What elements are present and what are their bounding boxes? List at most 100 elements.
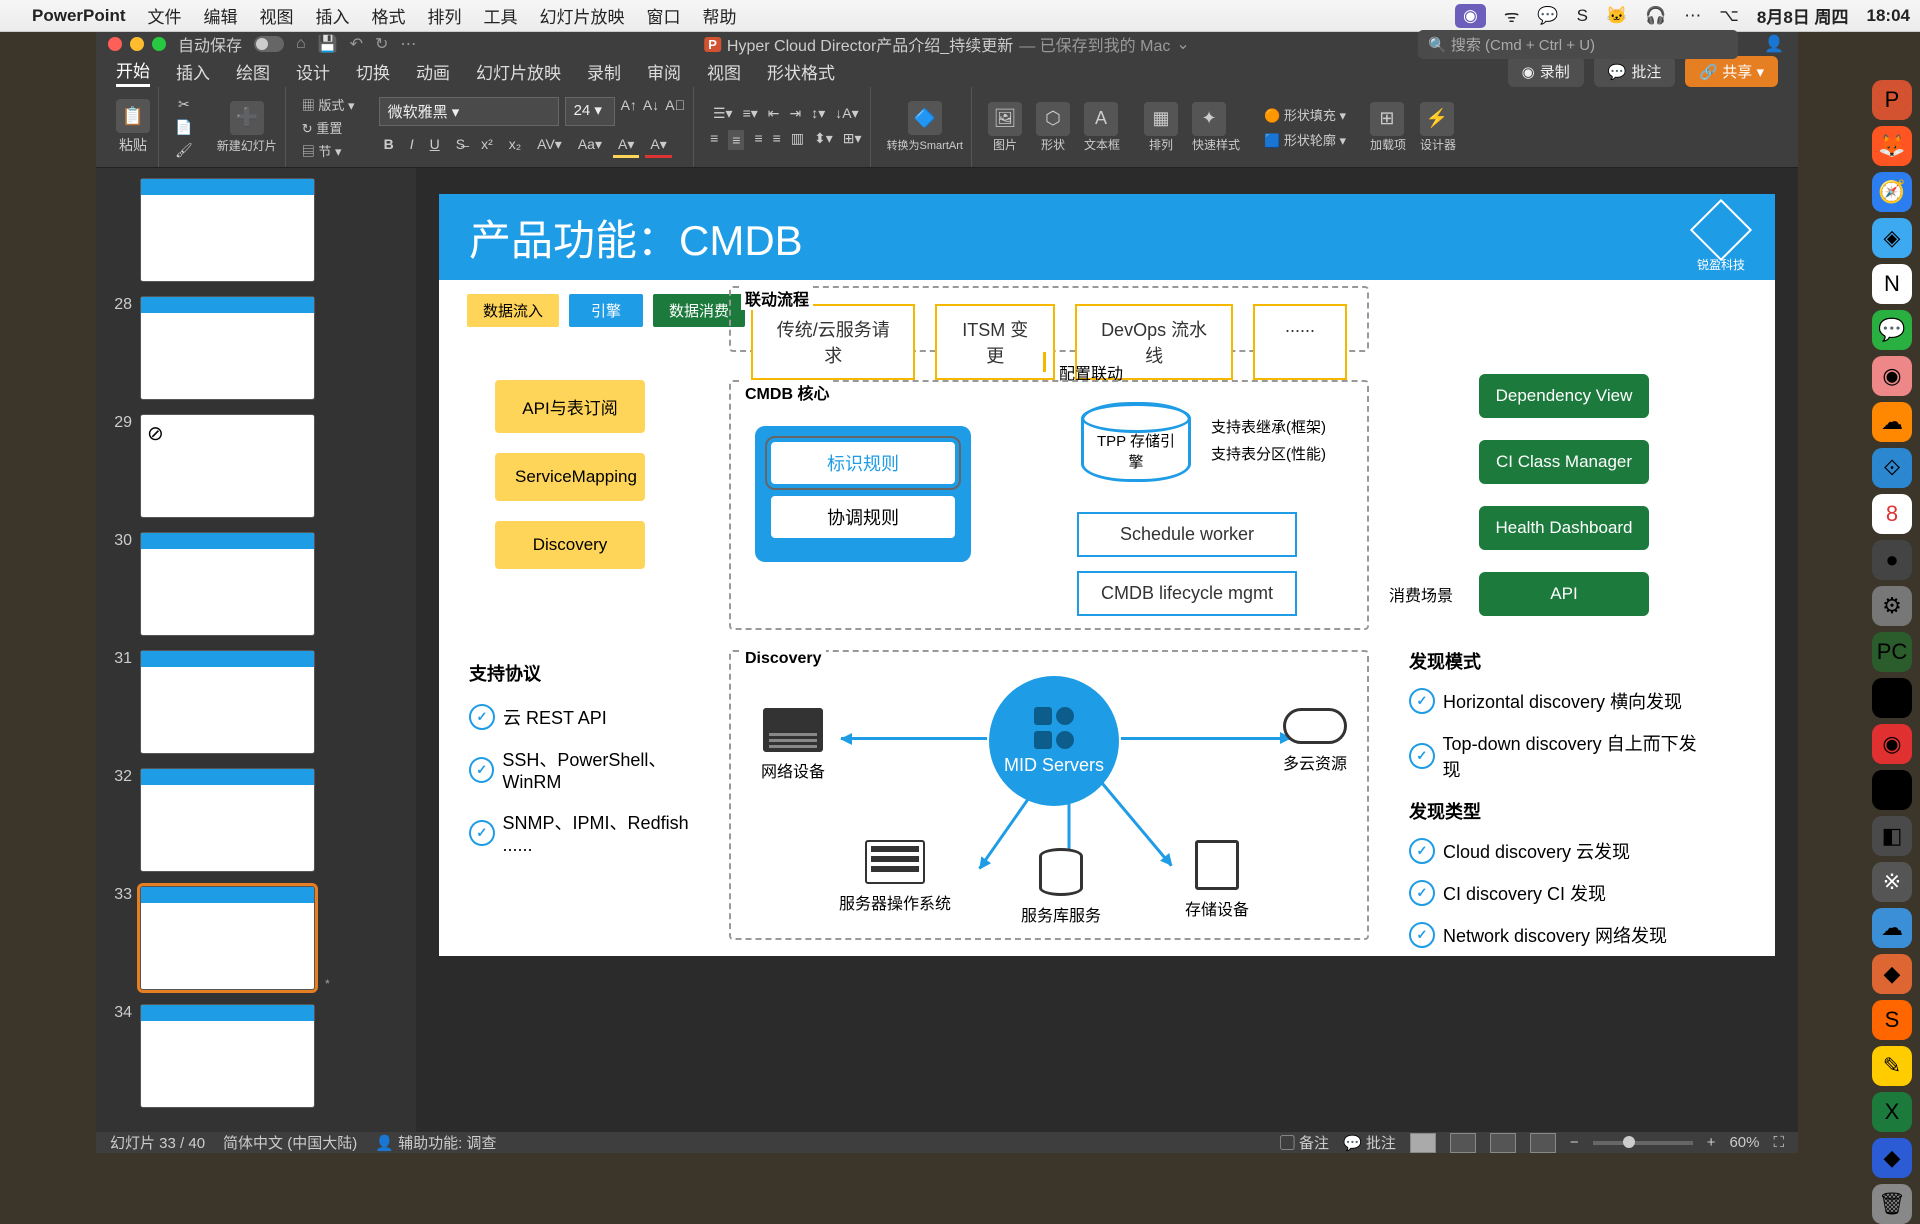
font-size-select[interactable]: 24 ▾ xyxy=(565,97,615,126)
paste-icon[interactable]: 📋 xyxy=(116,99,150,133)
comments-toggle[interactable]: 💬 批注 xyxy=(1343,1132,1396,1153)
numbering-icon[interactable]: ≡▾ xyxy=(743,105,758,122)
formatpainter-icon[interactable]: 🖌 xyxy=(175,142,193,159)
textbox-icon[interactable]: A xyxy=(1084,102,1118,136)
home-icon[interactable]: ⌂ xyxy=(296,35,306,53)
align-center-icon[interactable]: ≡ xyxy=(728,130,744,150)
close-icon[interactable] xyxy=(108,37,122,51)
redo-icon[interactable]: ↻ xyxy=(375,34,388,54)
notes-toggle[interactable]: ▢ 备注 xyxy=(1280,1132,1329,1153)
comment-button[interactable]: 💬 批注 xyxy=(1594,56,1676,87)
highlight-btn[interactable]: A▾ xyxy=(613,134,639,158)
changecase-btn[interactable]: Aa▾ xyxy=(573,134,607,158)
tab-animation[interactable]: 动画 xyxy=(416,59,450,84)
tab-draw[interactable]: 绘图 xyxy=(236,59,270,84)
dock-app-icon[interactable]: ◆ xyxy=(1872,1138,1912,1178)
dock-app-icon[interactable]: ◆ xyxy=(1872,954,1912,994)
arrange-icon[interactable]: ▦ xyxy=(1144,102,1178,136)
spacing-btn[interactable]: AV▾ xyxy=(532,134,567,158)
linkage-item[interactable]: ITSM 变更 xyxy=(935,304,1055,380)
slideshow-view-icon[interactable] xyxy=(1530,1133,1556,1153)
superscript-btn[interactable]: x² xyxy=(476,134,498,158)
menubar-time[interactable]: 18:04 xyxy=(1867,6,1910,26)
menu-format[interactable]: 格式 xyxy=(372,3,406,28)
smartart-icon[interactable]: 🔷 xyxy=(908,101,942,135)
valign-icon[interactable]: ⬍▾ xyxy=(814,130,833,150)
picture-icon[interactable]: 🖼 xyxy=(988,102,1022,136)
layout-btn[interactable]: ▦ 版式 ▾ xyxy=(302,95,355,114)
strike-btn[interactable]: S̶ xyxy=(451,134,470,158)
dock-app-icon[interactable]: ◉ xyxy=(1872,724,1912,764)
reading-view-icon[interactable] xyxy=(1490,1133,1516,1153)
designer-icon[interactable]: ⚡ xyxy=(1420,102,1454,136)
menu-slideshow[interactable]: 幻灯片放映 xyxy=(540,3,625,28)
dock-notion-icon[interactable]: N xyxy=(1872,264,1912,304)
menu-edit[interactable]: 编辑 xyxy=(204,3,238,28)
menu-arrange[interactable]: 排列 xyxy=(428,3,462,28)
overflow-icon[interactable]: ⊞▾ xyxy=(843,130,862,150)
shape-icon[interactable]: ⬡ xyxy=(1036,102,1070,136)
zoom-out-icon[interactable]: − xyxy=(1570,1134,1579,1151)
autosave-toggle[interactable] xyxy=(254,36,284,52)
chevron-down-icon[interactable]: ⌄ xyxy=(1176,34,1189,54)
dock-app-icon[interactable]: ◉ xyxy=(1872,356,1912,396)
thumbnail-33[interactable]: 33⋆ xyxy=(104,886,408,990)
schedule-btn[interactable]: Schedule worker xyxy=(1077,512,1297,557)
font-family-select[interactable]: 微软雅黑 ▾ xyxy=(379,97,559,126)
lifecycle-btn[interactable]: CMDB lifecycle mgmt xyxy=(1077,571,1297,616)
increase-font-icon[interactable]: A↑ xyxy=(621,97,637,126)
slide-title[interactable]: 产品功能：CMDB xyxy=(469,207,803,268)
fit-window-icon[interactable]: ⛶ xyxy=(1773,1134,1784,1151)
mid-servers-circle[interactable]: MID Servers xyxy=(989,676,1119,806)
new-slide-icon[interactable]: ➕ xyxy=(230,101,264,135)
share-button[interactable]: 🔗 共享 ▾ xyxy=(1685,56,1778,87)
indent-icon[interactable]: ⇥ xyxy=(790,105,802,122)
dock-chatgpt-icon[interactable]: ※ xyxy=(1872,862,1912,902)
thumbnail-27[interactable]: 27 xyxy=(104,178,408,282)
addin-icon[interactable]: ⊞ xyxy=(1370,102,1404,136)
align-right-icon[interactable]: ≡ xyxy=(754,130,762,150)
dock-sublime-icon[interactable]: S xyxy=(1872,1000,1912,1040)
cut-icon[interactable]: ✂ xyxy=(178,96,190,113)
discovery-btn[interactable]: Discovery xyxy=(495,521,645,569)
menubar-date[interactable]: 8月8日 周四 xyxy=(1757,3,1849,28)
discovery-box[interactable]: Discovery MID Servers 网络设备 多云资源 xyxy=(729,650,1369,940)
tab-record[interactable]: 录制 xyxy=(587,59,621,84)
more-icon[interactable]: ⋯ xyxy=(1684,6,1701,26)
menu-view[interactable]: 视图 xyxy=(260,3,294,28)
maximize-icon[interactable] xyxy=(152,37,166,51)
flow-tab[interactable]: 数据流入 xyxy=(467,294,559,327)
zoom-level[interactable]: 60% xyxy=(1729,1134,1759,1151)
app-icon-1[interactable]: S xyxy=(1577,6,1588,26)
menu-file[interactable]: 文件 xyxy=(148,3,182,28)
zoom-in-icon[interactable]: + xyxy=(1707,1134,1716,1151)
record-button[interactable]: ◉ 录制 xyxy=(1508,56,1584,87)
sorter-view-icon[interactable] xyxy=(1450,1133,1476,1153)
api-out-btn[interactable]: API xyxy=(1479,572,1649,616)
align-left-icon[interactable]: ≡ xyxy=(710,130,718,150)
bullets-icon[interactable]: ☰▾ xyxy=(713,105,733,122)
save-icon[interactable]: 💾 xyxy=(318,34,338,54)
engine-tab[interactable]: 引擎 xyxy=(569,294,643,327)
dock-powerpoint-icon[interactable]: P xyxy=(1872,80,1912,120)
menu-help[interactable]: 帮助 xyxy=(703,3,737,28)
screenrec-icon[interactable]: ◉ xyxy=(1455,4,1486,28)
dock-trash-icon[interactable]: 🗑 xyxy=(1872,1184,1912,1224)
outdent-icon[interactable]: ⇤ xyxy=(768,105,780,122)
tab-shapeformat[interactable]: 形状格式 xyxy=(767,59,835,84)
decrease-font-icon[interactable]: A↓ xyxy=(643,97,659,126)
tab-design[interactable]: 设计 xyxy=(296,59,330,84)
app-name[interactable]: PowerPoint xyxy=(32,6,126,26)
dock-calendar-icon[interactable]: 8 xyxy=(1872,494,1912,534)
shapeoutline-btn[interactable]: 🟦 形状轮廓 ▾ xyxy=(1264,130,1346,149)
doc-title[interactable]: Hyper Cloud Director产品介绍_持续更新 xyxy=(727,32,1013,56)
rule1-selected[interactable]: 标识规则 xyxy=(769,440,957,486)
language-status[interactable]: 简体中文 (中国大陆) xyxy=(223,1132,357,1153)
thumbnail-32[interactable]: 32 xyxy=(104,768,408,872)
dock-app-icon[interactable]: ◧ xyxy=(1872,816,1912,856)
control-center-icon[interactable]: ⌥ xyxy=(1719,6,1739,26)
account-icon[interactable]: 👤 xyxy=(1764,34,1784,54)
zoom-slider[interactable] xyxy=(1593,1141,1693,1145)
dock-app-icon[interactable]: 🦊 xyxy=(1872,126,1912,166)
copy-icon[interactable]: 📄 xyxy=(175,119,192,136)
